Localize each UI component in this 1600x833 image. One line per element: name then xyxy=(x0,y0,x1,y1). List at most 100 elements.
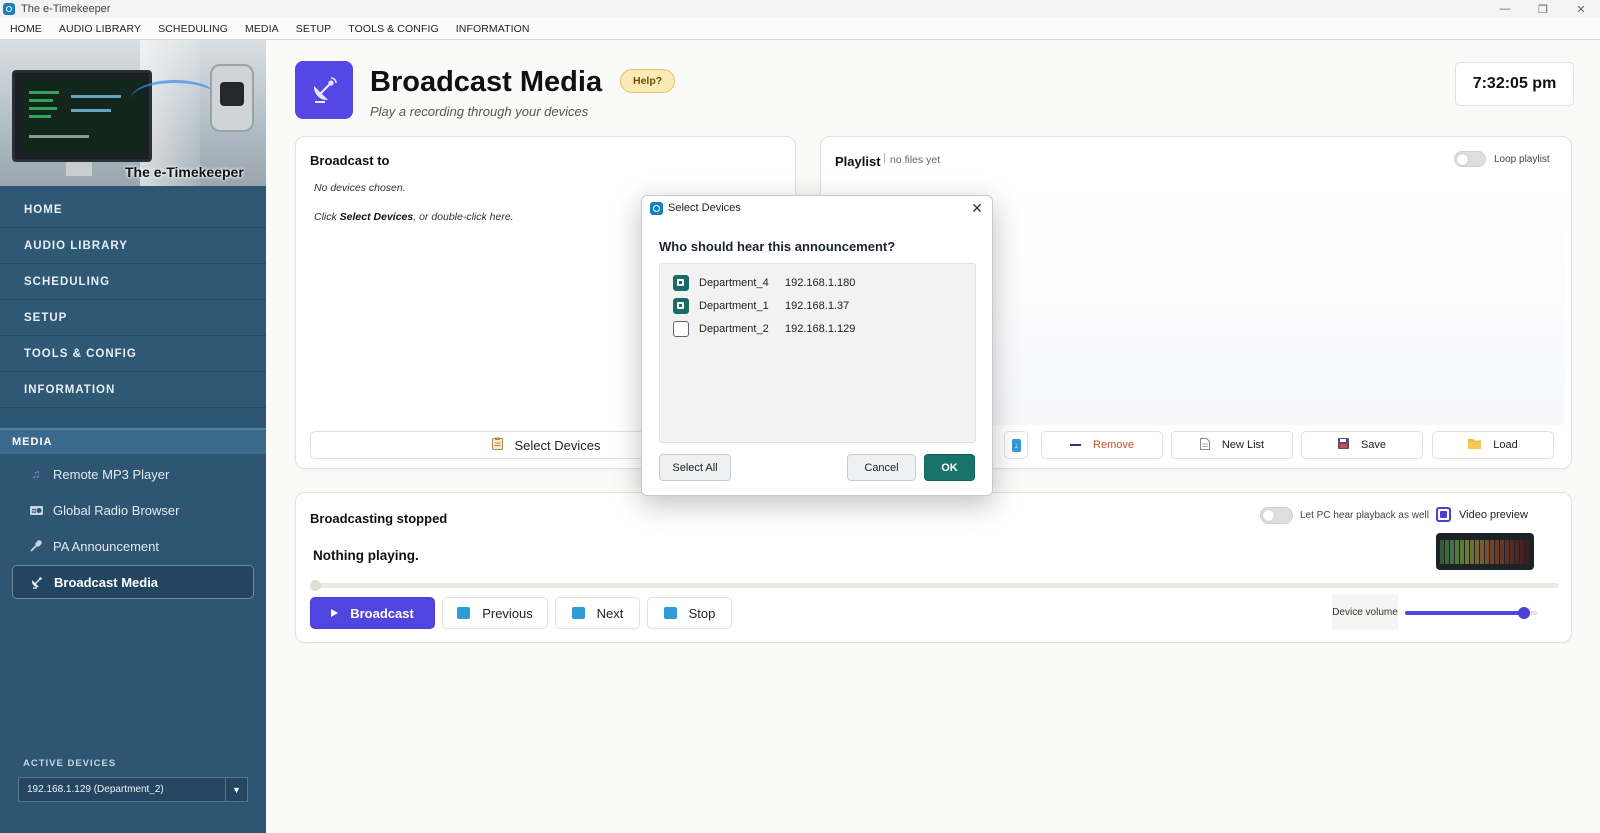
play-icon xyxy=(331,609,339,617)
minus-icon xyxy=(1070,443,1082,447)
sidebar-item-label: Broadcast Media xyxy=(54,574,159,590)
device-checkbox[interactable] xyxy=(673,298,689,314)
cancel-button[interactable]: Cancel xyxy=(847,454,916,481)
sidebar-item-global-radio-browser[interactable]: Global Radio Browser xyxy=(12,493,254,527)
sidebar-item-tools-config[interactable]: TOOLS & CONFIG xyxy=(0,336,266,372)
help-button[interactable]: Help? xyxy=(620,69,676,93)
device-checkbox[interactable] xyxy=(673,275,689,291)
menu-information[interactable]: INFORMATION xyxy=(456,23,530,35)
dialog-titlebar: Select Devices ✕ xyxy=(642,196,992,220)
stop-icon xyxy=(663,607,677,619)
arrow-down-icon: ↓ xyxy=(1011,438,1021,452)
next-label: Next xyxy=(596,605,624,621)
sidebar-item-scheduling[interactable]: SCHEDULING xyxy=(0,264,266,300)
device-volume-slider[interactable] xyxy=(1405,607,1537,619)
sidebar-item-label: PA Announcement xyxy=(53,538,160,554)
sidebar-item-label: Global Radio Browser xyxy=(53,502,180,518)
video-meter-bar xyxy=(1515,540,1519,564)
device-list: Department_4 192.168.1.180 Department_1 … xyxy=(659,263,976,443)
document-icon xyxy=(1199,437,1210,453)
device-name: Department_4 xyxy=(699,277,769,289)
video-meter-bar xyxy=(1505,540,1509,564)
select-all-button[interactable]: Select All xyxy=(659,454,731,481)
satellite-dish-icon xyxy=(313,77,337,103)
video-meter-bar xyxy=(1525,540,1529,564)
satellite-dish-icon xyxy=(29,575,45,589)
page-subtitle: Play a recording through your devices xyxy=(370,104,589,119)
device-checkbox[interactable] xyxy=(673,321,689,337)
progress-handle[interactable] xyxy=(310,580,321,591)
close-button[interactable]: ✕ xyxy=(1562,0,1600,18)
sidebar-item-home[interactable]: HOME xyxy=(0,192,266,228)
video-meter-bar xyxy=(1520,540,1524,564)
hero-caption: The e-Timekeeper xyxy=(125,164,244,180)
timekeeper-device-illustration xyxy=(210,64,254,132)
radio-icon xyxy=(28,503,44,517)
broadcast-button[interactable]: Broadcast xyxy=(310,597,435,629)
progress-bar[interactable] xyxy=(310,580,1559,591)
video-meter-bar xyxy=(1490,540,1494,564)
music-note-icon: ♫ xyxy=(31,467,41,481)
page-icon xyxy=(295,61,353,119)
menu-media[interactable]: MEDIA xyxy=(245,23,279,35)
device-ip: 192.168.1.129 xyxy=(785,323,856,335)
pc-hear-playback-toggle[interactable] xyxy=(1260,507,1293,524)
save-label: Save xyxy=(1360,439,1387,451)
previous-label: Previous xyxy=(482,605,533,621)
sidebar-item-remote-mp3-player[interactable]: ♫ Remote MP3 Player xyxy=(12,457,254,491)
device-row[interactable]: Department_2 192.168.1.129 xyxy=(673,319,855,339)
restore-button[interactable]: ❐ xyxy=(1524,0,1562,18)
video-meter-bar xyxy=(1470,540,1474,564)
video-preview-display xyxy=(1436,533,1534,570)
device-volume-label: Device volume xyxy=(1332,594,1398,630)
previous-button[interactable]: Previous xyxy=(442,597,548,629)
menu-tools-config[interactable]: TOOLS & CONFIG xyxy=(348,23,438,35)
broadcast-to-title: Broadcast to xyxy=(310,153,390,168)
floppy-disk-icon xyxy=(1337,438,1349,452)
folder-icon xyxy=(1468,438,1482,452)
menu-scheduling[interactable]: SCHEDULING xyxy=(158,23,228,35)
menu-setup[interactable]: SETUP xyxy=(296,23,332,35)
new-list-label: New List xyxy=(1221,439,1265,451)
save-button[interactable]: Save xyxy=(1301,431,1423,459)
sidebar-section-media[interactable]: MEDIA xyxy=(0,428,266,454)
sidebar-item-audio-library[interactable]: AUDIO LIBRARY xyxy=(0,228,266,264)
move-down-button[interactable]: ↓ xyxy=(1004,431,1028,459)
close-icon[interactable]: ✕ xyxy=(968,199,986,217)
volume-handle[interactable] xyxy=(1517,607,1530,619)
stop-button[interactable]: Stop xyxy=(647,597,732,629)
microphone-icon xyxy=(28,539,44,553)
sidebar-item-broadcast-media[interactable]: Broadcast Media xyxy=(12,565,254,599)
monitor-illustration xyxy=(12,70,152,162)
menu-home[interactable]: HOME xyxy=(10,23,42,35)
dialog-question: Who should hear this announcement? xyxy=(659,239,896,254)
sidebar: The e-Timekeeper HOME AUDIO LIBRARY SCHE… xyxy=(0,40,266,833)
device-row[interactable]: Department_4 192.168.1.180 xyxy=(673,273,855,293)
ok-button[interactable]: OK xyxy=(924,454,975,481)
clipboard-icon xyxy=(491,437,503,453)
active-devices-dropdown[interactable]: 192.168.1.129 (Department_2) ▼ xyxy=(18,777,248,802)
menu-audio-library[interactable]: AUDIO LIBRARY xyxy=(59,23,141,35)
select-devices-dialog: Select Devices ✕ Who should hear this an… xyxy=(641,195,993,496)
sidebar-item-information[interactable]: INFORMATION xyxy=(0,372,266,408)
volume-fill xyxy=(1405,611,1524,615)
video-preview-checkbox[interactable] xyxy=(1436,507,1451,522)
load-button[interactable]: Load xyxy=(1432,431,1554,459)
minimize-button[interactable]: — xyxy=(1486,0,1524,18)
select-devices-label: Select Devices xyxy=(514,437,601,453)
device-name: Department_2 xyxy=(699,323,769,335)
stop-label: Stop xyxy=(688,605,716,621)
video-meter-bar xyxy=(1465,540,1469,564)
new-list-button[interactable]: New List xyxy=(1171,431,1293,459)
device-ip: 192.168.1.180 xyxy=(785,277,856,289)
next-button[interactable]: Next xyxy=(555,597,640,629)
remove-button[interactable]: Remove xyxy=(1041,431,1163,459)
sidebar-item-setup[interactable]: SETUP xyxy=(0,300,266,336)
chevron-down-icon[interactable]: ▼ xyxy=(225,778,247,801)
window-titlebar: The e-Timekeeper — ❐ ✕ xyxy=(0,0,1600,18)
sidebar-item-pa-announcement[interactable]: PA Announcement xyxy=(12,529,254,563)
loop-playlist-toggle[interactable] xyxy=(1454,151,1486,167)
device-row[interactable]: Department_1 192.168.1.37 xyxy=(673,296,849,316)
video-meter-bar xyxy=(1495,540,1499,564)
app-icon xyxy=(650,201,663,215)
